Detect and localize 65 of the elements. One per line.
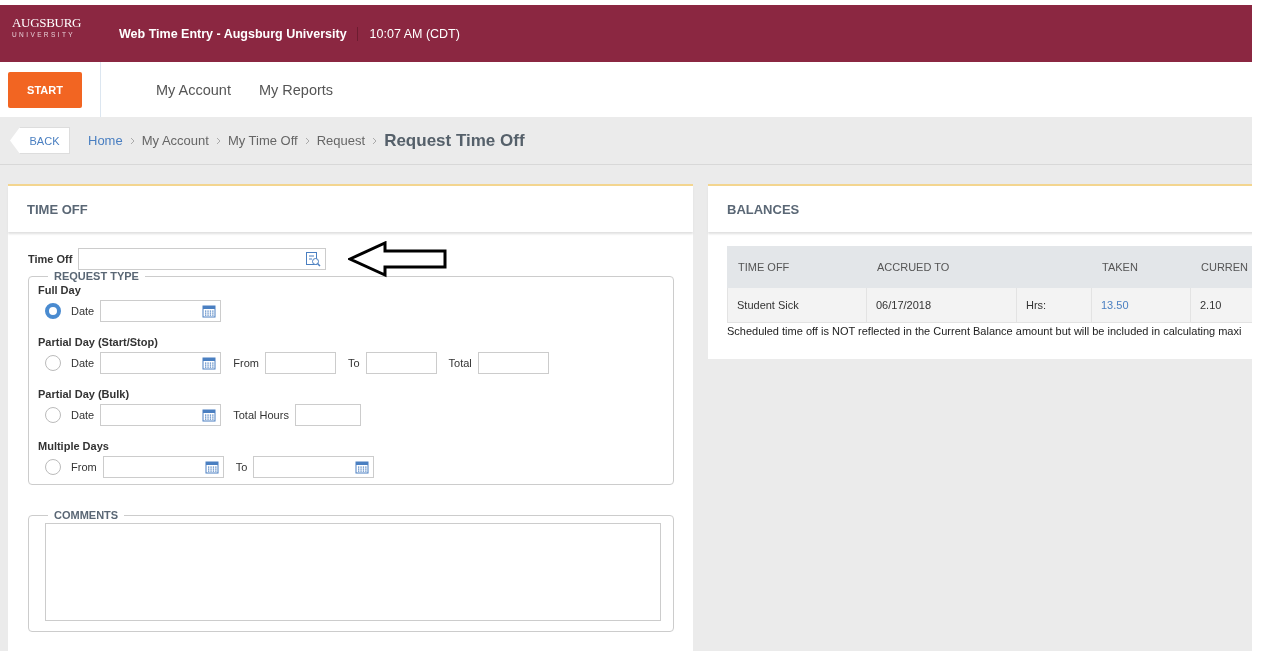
- app-title: Web Time Entry - Augsburg University: [119, 26, 358, 41]
- logo-text: AUGSBURG: [12, 15, 82, 31]
- column-header: TAKEN: [1091, 246, 1191, 288]
- current-time: 10:07 AM (CDT): [368, 26, 460, 41]
- breadcrumb-link[interactable]: Request: [316, 133, 366, 148]
- calendar-icon[interactable]: [355, 460, 370, 474]
- chevron-icon: [372, 136, 378, 145]
- field-label: Time Off: [28, 253, 73, 265]
- date-field[interactable]: [100, 300, 222, 322]
- time-off-field[interactable]: [78, 248, 327, 270]
- option-title: Partial Day (Bulk): [38, 388, 131, 400]
- taken-link[interactable]: 13.50: [1101, 299, 1129, 311]
- chevron-icon: [129, 136, 135, 145]
- back-button[interactable]: BACK: [10, 127, 70, 154]
- start-button[interactable]: START: [8, 71, 82, 108]
- calendar-icon[interactable]: [204, 460, 219, 474]
- table-cell: 06/17/2018: [866, 287, 1017, 323]
- radio-button[interactable]: [45, 303, 61, 319]
- balance-note: Scheduled time off is NOT reflected in the Current Balance amount but will be included in calculating maxi: [727, 325, 1243, 337]
- breadcrumb-link[interactable]: Home: [88, 133, 123, 148]
- nav-link[interactable]: My Reports: [258, 81, 334, 98]
- date-field[interactable]: [253, 456, 375, 478]
- comments-field[interactable]: [45, 523, 661, 621]
- breadcrumb-link[interactable]: My Time Off: [227, 133, 298, 148]
- date-field[interactable]: [102, 456, 224, 478]
- table-cell: Hrs:: [1016, 287, 1092, 323]
- date-field[interactable]: [100, 404, 222, 426]
- radio-button[interactable]: [45, 459, 61, 475]
- table-cell: Student Sick: [727, 287, 867, 323]
- field-label: From: [71, 461, 97, 473]
- field-label: To: [235, 461, 248, 473]
- nav-link[interactable]: My Account: [156, 81, 231, 98]
- calendar-icon[interactable]: [202, 304, 217, 318]
- option-title: Multiple Days: [38, 440, 110, 452]
- panel-title: BALANCES: [708, 186, 1252, 232]
- field-label: From: [233, 357, 259, 369]
- date-field[interactable]: [100, 352, 222, 374]
- text-field[interactable]: [264, 352, 336, 374]
- chevron-icon: [215, 136, 221, 145]
- field-label: Date: [71, 305, 95, 317]
- column-header: TIME OFF: [727, 246, 867, 288]
- field-label: Date: [71, 357, 95, 369]
- text-field[interactable]: [365, 352, 437, 374]
- table-cell: 2.10: [1190, 287, 1252, 323]
- option-title: Partial Day (Start/Stop): [38, 336, 159, 348]
- chevron-icon: [304, 136, 310, 145]
- column-header: CURREN: [1190, 246, 1252, 288]
- field-label: Total: [448, 357, 472, 369]
- radio-button[interactable]: [45, 355, 61, 371]
- column-header: ACCRUED TO: [866, 246, 1017, 288]
- page-title: Request Time Off: [384, 130, 525, 151]
- group-legend: REQUEST TYPE: [48, 270, 145, 282]
- radio-button[interactable]: [45, 407, 61, 423]
- calendar-icon[interactable]: [202, 408, 217, 422]
- breadcrumb-link[interactable]: My Account: [141, 133, 209, 148]
- option-title: Full Day: [38, 284, 82, 296]
- text-field[interactable]: [477, 352, 549, 374]
- calendar-icon[interactable]: [202, 356, 217, 370]
- text-field[interactable]: [294, 404, 361, 426]
- panel-title: TIME OFF: [8, 186, 693, 232]
- lookup-icon[interactable]: [305, 251, 322, 267]
- group-legend: COMMENTS: [48, 509, 125, 521]
- field-label: Date: [71, 409, 95, 421]
- field-label: Total Hours: [233, 409, 289, 421]
- field-label: To: [347, 357, 360, 369]
